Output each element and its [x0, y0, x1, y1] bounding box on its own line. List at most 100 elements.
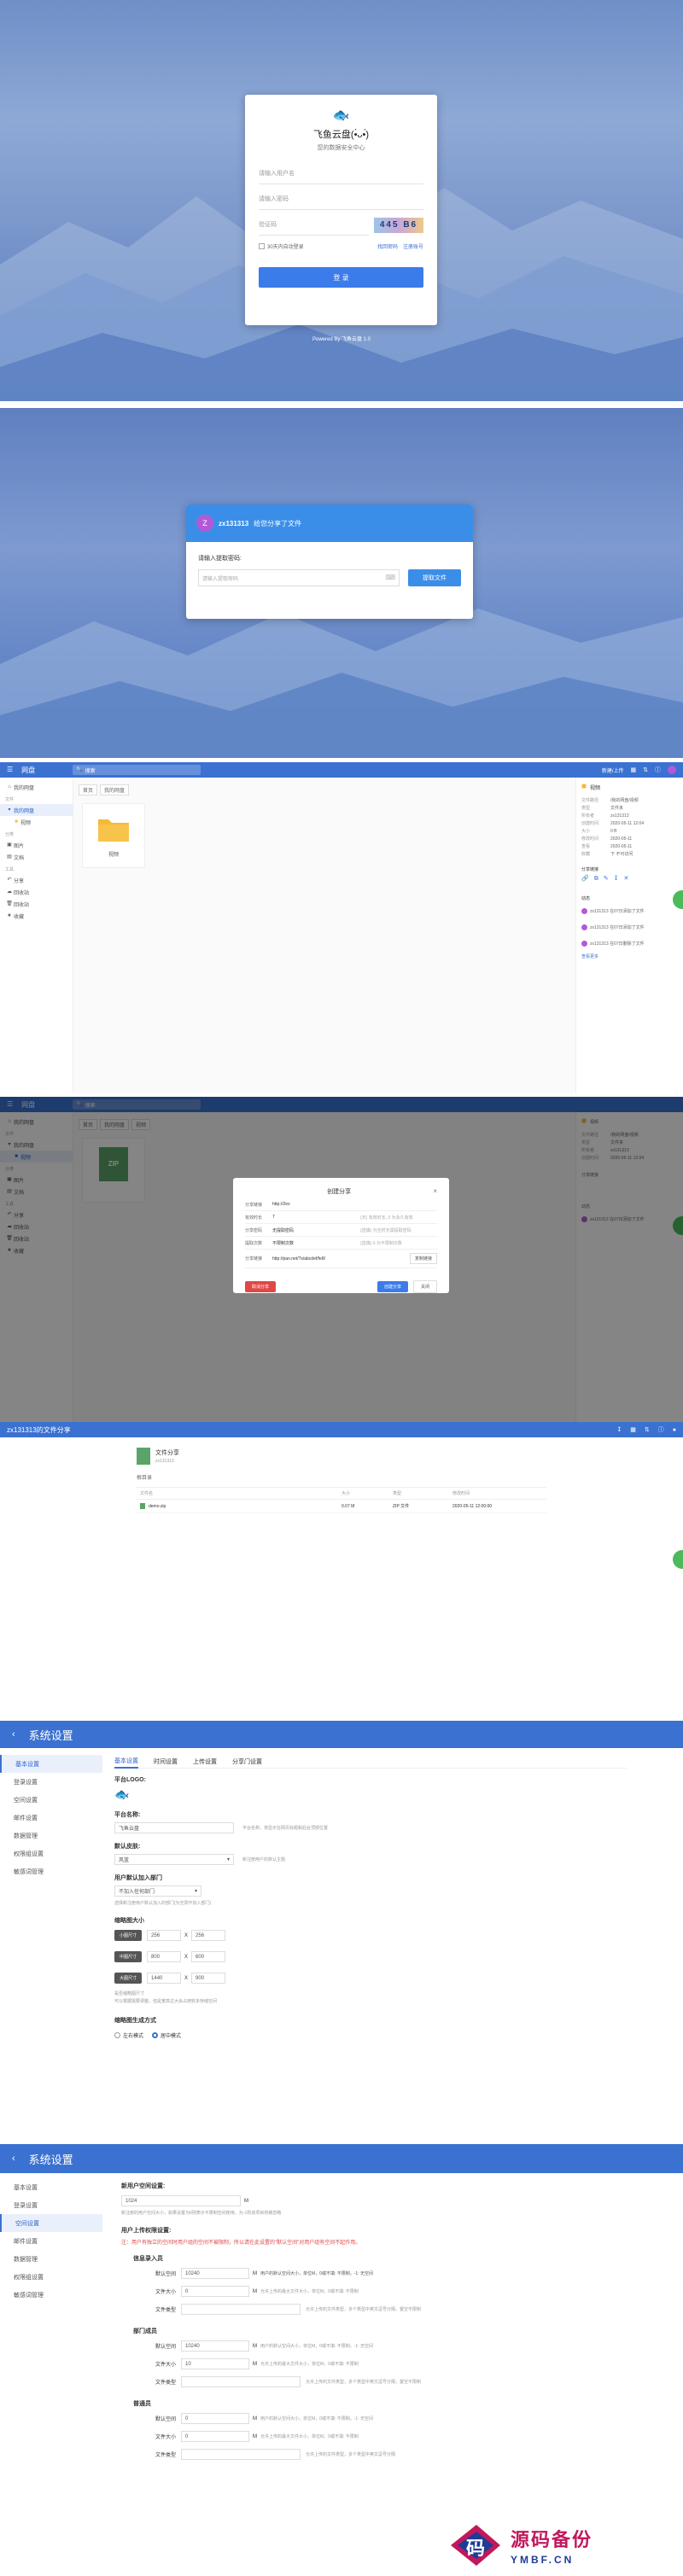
thumb-width-input[interactable]: 800 [147, 1951, 182, 1962]
sidebar-item-tool2[interactable]: ☁ 回收站 [0, 886, 73, 898]
file-size-input[interactable]: 0 [181, 2431, 249, 2442]
logo-fish-icon[interactable]: 🐟 [114, 1787, 627, 1802]
tab-upload[interactable]: 上传设置 [193, 1757, 217, 1766]
username-input[interactable]: 请输入用户名 [259, 164, 423, 184]
download-icon[interactable]: ↧ [614, 876, 619, 882]
info-icon[interactable]: ⓘ [658, 1427, 664, 1433]
breadcrumb[interactable]: 根目录 [137, 1473, 152, 1481]
share-password-input[interactable]: 无提取密码 [272, 1227, 360, 1233]
thumb-width-input[interactable]: 1440 [147, 1973, 182, 1984]
crumb-drive[interactable]: 我的网盘 [100, 784, 130, 796]
close-icon[interactable]: × [433, 1188, 437, 1195]
edit-icon[interactable]: ✎ [604, 876, 609, 882]
nav-basic[interactable]: 基本设置 [0, 2178, 102, 2196]
nav-mail[interactable]: 邮件设置 [0, 1809, 102, 1827]
nav-login[interactable]: 登录设置 [0, 2196, 102, 2214]
captcha-image[interactable]: 445 B6 [374, 218, 423, 233]
user-icon[interactable]: ● [673, 1427, 676, 1433]
register-link[interactable]: 注册账号 [403, 242, 423, 250]
radio-crop[interactable] [114, 2032, 120, 2038]
folder-icon: ■ [581, 782, 587, 791]
copy-icon[interactable]: ⧉ [594, 876, 598, 882]
thumb-height-input[interactable]: 600 [191, 1951, 226, 1962]
radio-center[interactable] [152, 2032, 159, 2038]
dialog-row: 分享密码 无提取密码 (选填) 为空时无需提取密码 [245, 1224, 437, 1237]
default-space-input[interactable]: 10240 [181, 2340, 249, 2352]
sidebar-item-trash[interactable]: 🗑 回收站 [0, 898, 73, 910]
sidebar-item-share[interactable]: ↶ 分享 [0, 874, 73, 886]
nav-words[interactable]: 敏感词管理 [0, 2286, 102, 2304]
menu-icon[interactable]: ☰ [7, 766, 13, 773]
theme-select[interactable]: 风蓝 ▾ [114, 1854, 234, 1865]
download-icon[interactable]: ↧ [616, 1427, 622, 1433]
forgot-password-link[interactable]: 找回密码 [377, 242, 398, 250]
close-button[interactable]: 关闭 [412, 1280, 437, 1293]
default-space-input[interactable]: 0 [181, 2413, 249, 2424]
crop-option-label: 左右模式 [123, 2034, 144, 2039]
thumb-height-input[interactable]: 900 [191, 1973, 226, 1984]
search-input[interactable]: 🔍 搜索 [73, 765, 201, 775]
thumb-height-input[interactable]: 256 [191, 1930, 226, 1941]
tab-time[interactable]: 时间设置 [154, 1757, 178, 1766]
nav-login[interactable]: 登录设置 [0, 1773, 102, 1791]
nav-data[interactable]: 数据管理 [0, 1827, 102, 1845]
file-type-input[interactable] [181, 2376, 301, 2387]
sidebar-item-images[interactable]: ▣ 图片 [0, 839, 73, 851]
thumb-width-input[interactable]: 256 [147, 1930, 182, 1941]
share-user: zx131313 [219, 519, 249, 527]
more-link[interactable]: 查看更多 [581, 953, 678, 959]
file-size-input[interactable]: 0 [181, 2286, 249, 2297]
nav-space[interactable]: 空间设置 [0, 1791, 102, 1809]
table-row[interactable]: demo.zip 0.07 M ZIP 文件 2020-05-11 12:00:… [137, 1500, 546, 1513]
crumb-home[interactable]: 首页 [79, 784, 98, 796]
extract-password-input[interactable]: 请输入提取密码 ⌨ [198, 569, 400, 586]
default-space-input[interactable]: 10240 [181, 2268, 249, 2279]
group-select[interactable]: 不加入任何部门 ▾ [114, 1885, 201, 1897]
password-input[interactable]: 请输入密码 [259, 189, 423, 210]
nav-basic[interactable]: 基本设置 [0, 1755, 102, 1773]
duration-input[interactable]: 7 [272, 1215, 360, 1220]
sidebar-item-favorites[interactable]: ★ 收藏 [0, 910, 73, 922]
captcha-input[interactable]: 验证码 [259, 215, 369, 236]
tab-basic[interactable]: 基本设置 [114, 1755, 138, 1769]
sidebar-item-home[interactable]: ⌂ 我的网盘 [0, 781, 73, 793]
floating-tab[interactable] [673, 1550, 683, 1569]
file-size-input[interactable]: 10 [181, 2358, 249, 2369]
file-type-input[interactable] [181, 2449, 301, 2460]
tab-share[interactable]: 分享门设置 [232, 1757, 262, 1766]
view-toggle-icon[interactable]: ▦ [630, 1427, 636, 1433]
sort-icon[interactable]: ⇅ [645, 1427, 650, 1433]
back-icon[interactable]: ‹ [12, 1729, 15, 1740]
upload-button[interactable]: 新建/上传 [602, 766, 624, 774]
nav-space[interactable]: 空间设置 [0, 2214, 102, 2232]
file-type-input[interactable] [181, 2304, 301, 2315]
copy-link-button[interactable]: 复制链接 [409, 1253, 437, 1264]
delete-icon[interactable]: ✕ [623, 876, 628, 882]
sidebar-item-my-drive[interactable]: ▾ 我的网盘 [0, 804, 73, 816]
info-icon[interactable]: ⓘ [655, 767, 661, 773]
share-link-field[interactable]: http://pan.net/?s/abcdef/fe8/ [272, 1256, 410, 1262]
sort-icon[interactable]: ⇅ [643, 767, 648, 773]
back-icon[interactable]: ‹ [12, 2153, 15, 2164]
quota-input[interactable]: 1024 [121, 2195, 241, 2206]
watermark-domain: YMBF.CN [511, 2554, 575, 2566]
times-input[interactable]: 不限制次数 [272, 1240, 360, 1246]
platform-name-input[interactable]: 飞鱼云盘 [114, 1822, 234, 1833]
login-button[interactable]: 登 录 [259, 267, 423, 288]
extract-button[interactable]: 提取文件 [408, 569, 461, 586]
link-icon[interactable]: 🔗 [581, 876, 589, 882]
view-toggle-icon[interactable]: ▦ [631, 767, 637, 773]
activity-item: zx131313 在07日添加了文件 [581, 924, 678, 930]
nav-groups[interactable]: 权限组设置 [0, 2268, 102, 2286]
folder-item-video[interactable]: 视频 [82, 803, 145, 868]
nav-mail[interactable]: 邮件设置 [0, 2232, 102, 2250]
remember-checkbox[interactable] [259, 243, 265, 249]
create-share-button[interactable]: 创建分享 [377, 1281, 408, 1292]
nav-groups[interactable]: 权限组设置 [0, 1845, 102, 1862]
sidebar-item-docs[interactable]: ▤ 文档 [0, 851, 73, 863]
cancel-share-button[interactable]: 取消分享 [245, 1281, 277, 1292]
nav-words[interactable]: 敏感词管理 [0, 1862, 102, 1880]
user-avatar[interactable] [668, 766, 676, 774]
nav-data[interactable]: 数据管理 [0, 2250, 102, 2268]
sidebar-item-video[interactable]: ■ 视频 [0, 816, 73, 828]
